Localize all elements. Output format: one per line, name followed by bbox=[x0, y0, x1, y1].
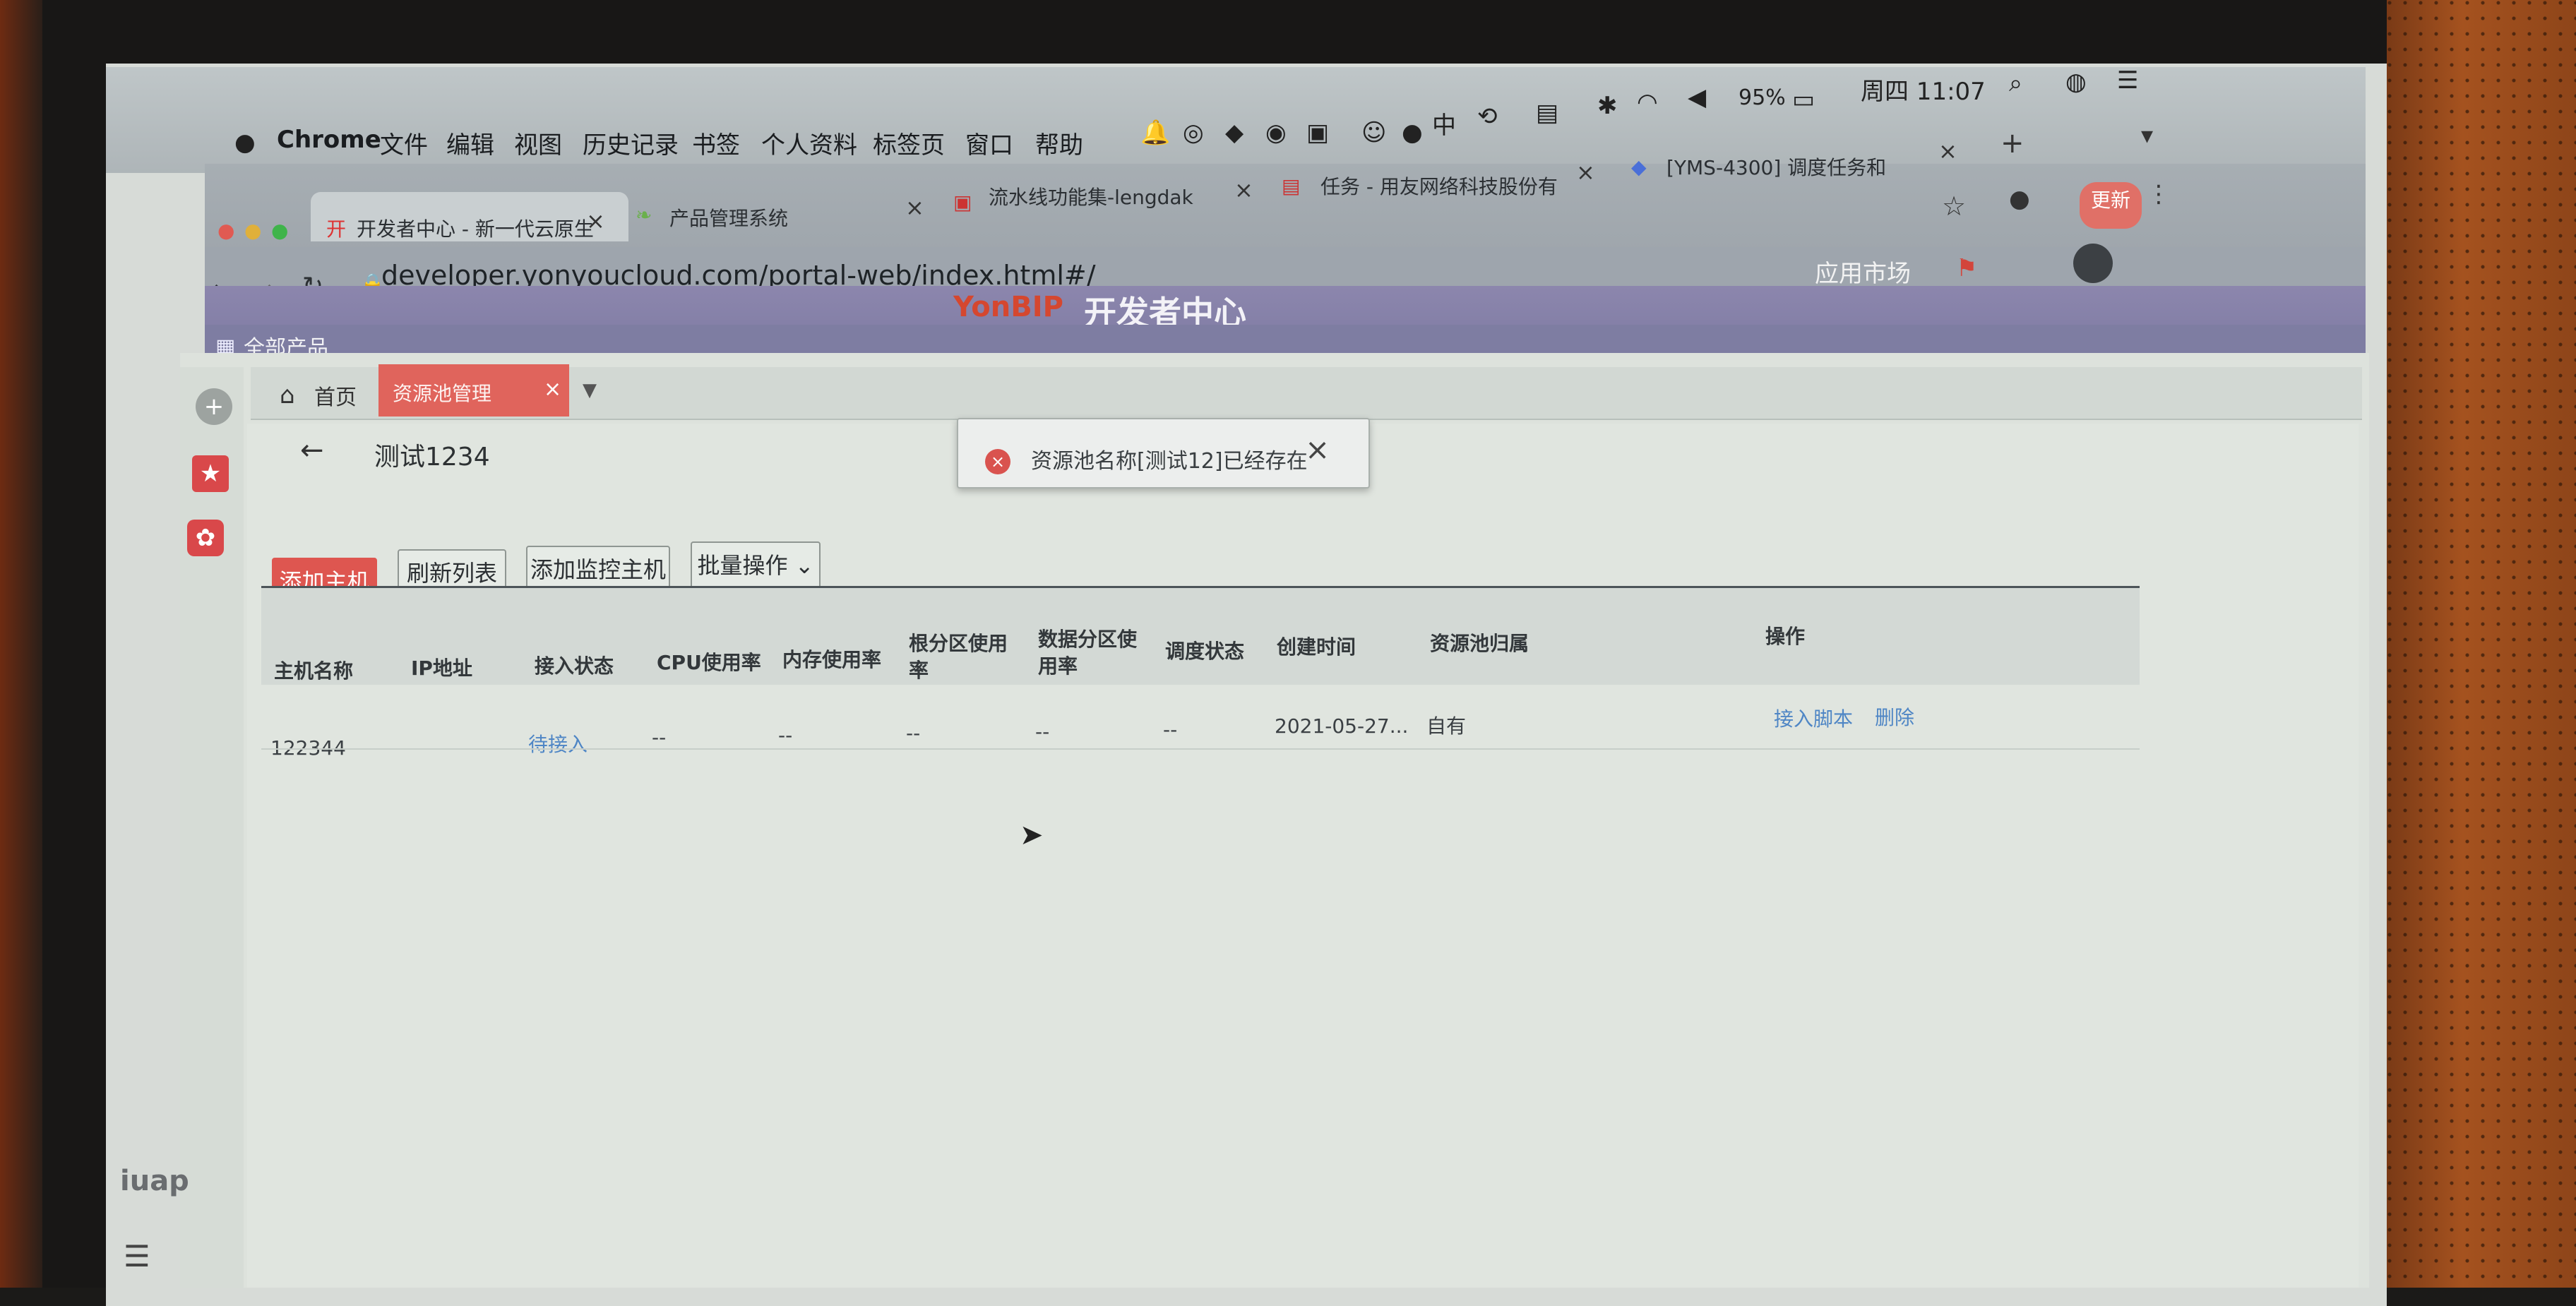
access-script-link[interactable]: 接入脚本 bbox=[1774, 704, 1853, 732]
menu-edit[interactable]: 编辑 bbox=[446, 126, 494, 160]
window-minimize-icon[interactable]: ● bbox=[244, 219, 261, 242]
batch-actions-label: 批量操作 bbox=[697, 552, 788, 579]
dingtalk-icon[interactable]: ◉ bbox=[1265, 119, 1287, 147]
leaf-icon: ❧ bbox=[636, 203, 652, 227]
column-header: 数据分区使用率 bbox=[1038, 628, 1138, 678]
close-icon[interactable]: × bbox=[1938, 138, 1957, 164]
column-header: 操作 bbox=[1765, 625, 1806, 648]
evernote-icon[interactable]: ◆ bbox=[1225, 119, 1244, 147]
battery-percent: 95% bbox=[1739, 85, 1786, 110]
iuap-logo: iuap bbox=[120, 1165, 189, 1197]
favorites-folder-icon[interactable]: ★ bbox=[192, 455, 229, 492]
clock[interactable]: 周四 11:07 bbox=[1861, 72, 1986, 107]
home-icon: ⌂ bbox=[280, 381, 295, 409]
column-header: 根分区使用率 bbox=[909, 632, 1008, 682]
yonbip-logo: YonBIP bbox=[953, 291, 1063, 323]
background-wall bbox=[0, 0, 42, 1288]
app-center-icon[interactable]: ✿ bbox=[187, 520, 224, 556]
close-icon[interactable]: × bbox=[1234, 176, 1253, 203]
cell-created-time: 2021-05-27... bbox=[1275, 714, 1409, 738]
task-icon: ▤ bbox=[1282, 174, 1301, 198]
pipeline-icon: ▣ bbox=[953, 191, 972, 214]
cell-root-partition: -- bbox=[906, 721, 921, 745]
close-icon[interactable]: × bbox=[1305, 432, 1330, 467]
menu-view[interactable]: 视图 bbox=[514, 126, 562, 160]
add-icon[interactable]: + bbox=[196, 388, 232, 425]
jira-icon: ◆ bbox=[1631, 155, 1647, 179]
mouse-cursor-icon: ➤ bbox=[1020, 819, 1044, 851]
tab-label[interactable]: 流水线功能集-lengdak bbox=[989, 182, 1193, 223]
microphone-icon[interactable]: ● bbox=[1402, 119, 1423, 147]
cell-cpu: -- bbox=[652, 726, 667, 749]
input-method[interactable]: 中 bbox=[1432, 106, 1456, 140]
cell-memory: -- bbox=[778, 724, 793, 747]
app-tray-icon[interactable]: ▣ bbox=[1306, 119, 1329, 147]
cell-pool-owner: 自有 bbox=[1426, 714, 1467, 738]
row-divider bbox=[261, 748, 2140, 750]
apple-icon[interactable]: ● bbox=[234, 128, 256, 157]
tab-label[interactable]: [YMS-4300] 调度任务和 bbox=[1666, 152, 1886, 193]
emoji-icon[interactable]: ☺ bbox=[1361, 119, 1386, 147]
bookmark-star-icon[interactable]: ☆ bbox=[1942, 191, 1966, 222]
tab-search-icon[interactable]: ▾ bbox=[2141, 121, 2153, 150]
wifi-icon[interactable]: ◠ bbox=[1637, 88, 1658, 116]
column-header: 内存使用率 bbox=[782, 648, 882, 671]
menu-icon[interactable]: ☰ bbox=[124, 1239, 150, 1274]
window-close-icon[interactable]: ● bbox=[217, 219, 234, 242]
menu-tabs[interactable]: 标签页 bbox=[873, 126, 945, 160]
background-wood-panel bbox=[2387, 0, 2576, 1288]
column-header: 资源池归属 bbox=[1430, 632, 1530, 655]
menu-chrome[interactable]: Chrome bbox=[277, 126, 381, 154]
control-center-icon[interactable]: ☰ bbox=[2117, 66, 2138, 95]
close-icon[interactable]: × bbox=[905, 194, 924, 221]
window-zoom-icon[interactable]: ● bbox=[271, 219, 288, 242]
tab-home[interactable]: 首页 bbox=[314, 380, 357, 411]
menu-history[interactable]: 历史记录 bbox=[583, 126, 679, 160]
chevron-down-icon: ⌄ bbox=[787, 552, 814, 579]
menu-profile[interactable]: 个人资料 bbox=[761, 126, 857, 160]
close-icon[interactable]: × bbox=[586, 208, 605, 234]
menu-bookmarks[interactable]: 书签 bbox=[692, 126, 740, 160]
wechat-icon[interactable]: ◎ bbox=[1183, 119, 1204, 147]
new-tab-icon[interactable]: + bbox=[2000, 127, 2025, 160]
avatar[interactable] bbox=[2073, 244, 2113, 283]
volume-icon[interactable]: ◀ bbox=[1688, 83, 1706, 112]
cell-schedule-status: -- bbox=[1163, 718, 1178, 741]
bluetooth-icon[interactable]: ✱ bbox=[1597, 92, 1618, 120]
column-header: CPU使用率 bbox=[657, 651, 761, 674]
profile-icon[interactable]: ● bbox=[2009, 185, 2030, 213]
page-title: 测试1234 bbox=[374, 443, 490, 472]
tab-label[interactable]: 任务 - 用友网络科技股份有 bbox=[1320, 172, 1558, 212]
column-header: 接入状态 bbox=[535, 654, 614, 678]
cell-access-status[interactable]: 待接入 bbox=[528, 729, 588, 757]
toast-message: 资源池名称[测试12]已经存在 bbox=[1031, 449, 1308, 474]
siri-icon[interactable]: ◍ bbox=[2065, 68, 2087, 96]
more-icon[interactable]: ⋮ bbox=[2147, 180, 2171, 208]
spotlight-icon[interactable]: ⌕ bbox=[2009, 69, 2022, 97]
column-header: IP地址 bbox=[411, 657, 472, 680]
cell-data-partition: -- bbox=[1035, 720, 1050, 743]
update-button[interactable]: 更新 bbox=[2080, 182, 2142, 229]
screen-share-icon[interactable]: ▤ bbox=[1536, 99, 1558, 127]
close-icon[interactable]: × bbox=[544, 377, 561, 402]
menu-window[interactable]: 窗口 bbox=[965, 126, 1013, 160]
time-machine-icon[interactable]: ⟲ bbox=[1477, 102, 1498, 131]
app-market-link[interactable]: 应用市场 bbox=[1815, 254, 1911, 289]
battery-icon[interactable]: ▭ bbox=[1792, 85, 1815, 114]
column-header: 创建时间 bbox=[1277, 635, 1356, 659]
column-header: 主机名称 bbox=[274, 659, 354, 683]
back-arrow-icon[interactable]: ← bbox=[300, 434, 324, 467]
tab-resource-pool-label: 资源池管理 bbox=[393, 382, 492, 405]
column-header: 调度状态 bbox=[1165, 640, 1245, 663]
left-sidebar bbox=[180, 367, 244, 1288]
chevron-down-icon[interactable]: ▼ bbox=[583, 380, 597, 401]
menu-file[interactable]: 文件 bbox=[380, 126, 428, 160]
error-icon: × bbox=[985, 449, 1010, 474]
tab-label[interactable]: 产品管理系统 bbox=[669, 203, 788, 244]
menu-help[interactable]: 帮助 bbox=[1035, 126, 1083, 160]
bell-icon[interactable]: 🔔 bbox=[1140, 119, 1170, 147]
delete-link[interactable]: 删除 bbox=[1875, 702, 1914, 731]
batch-actions-dropdown[interactable]: 批量操作 ⌄ bbox=[691, 541, 821, 591]
close-icon[interactable]: × bbox=[1576, 159, 1595, 186]
